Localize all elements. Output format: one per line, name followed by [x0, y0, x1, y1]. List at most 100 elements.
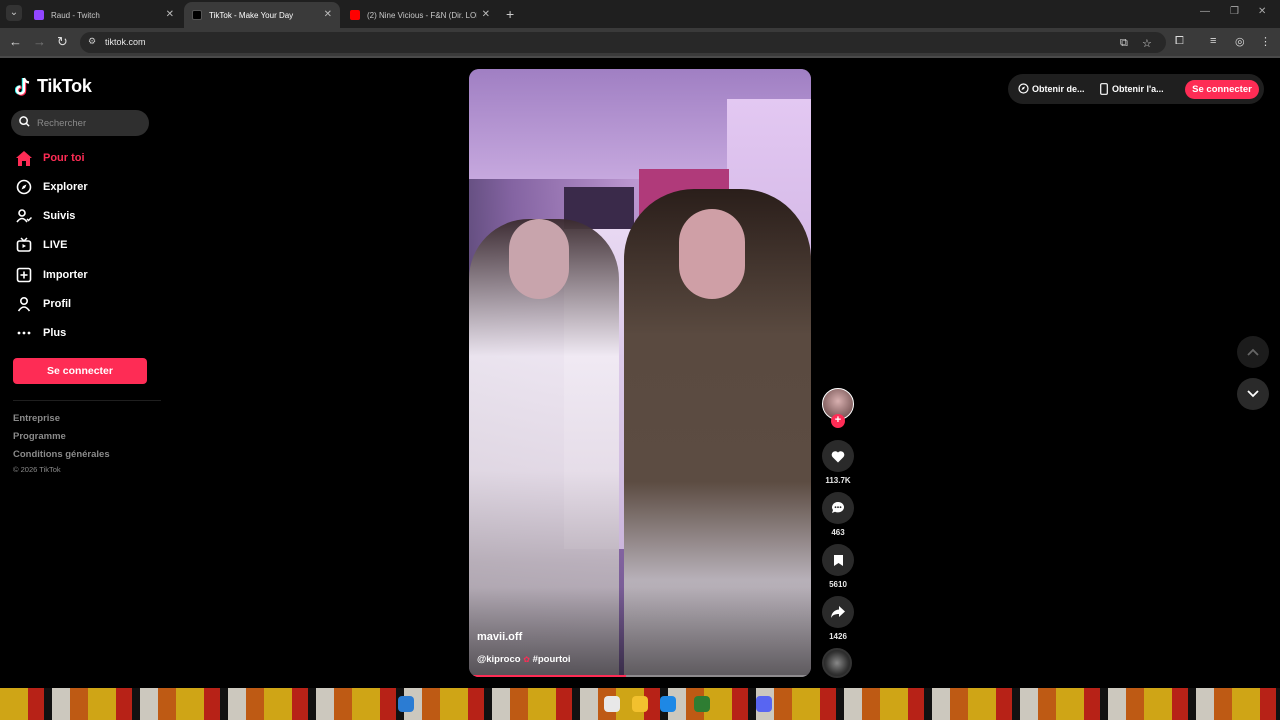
sidebar-item-label: LIVE — [43, 239, 68, 251]
close-icon[interactable]: ✕ — [166, 9, 174, 20]
sidebar-item-label: Plus — [43, 327, 67, 339]
tab-label: Raud - Twitch — [51, 10, 100, 20]
sidebar-item-profil[interactable]: Profil — [15, 293, 155, 315]
footer-link-entreprise[interactable]: Entreprise — [13, 413, 60, 424]
footer-link-conditions[interactable]: Conditions générales — [13, 449, 110, 460]
restore-icon[interactable]: ❐ — [1230, 6, 1239, 17]
browser-tab-tiktok[interactable]: TikTok - Make Your Day ✕ — [184, 2, 340, 28]
sidebar-item-label: Pour toi — [43, 152, 85, 164]
media-control-icon[interactable]: ≡ — [1210, 35, 1216, 47]
menu-icon[interactable]: ⋮ — [1260, 35, 1271, 48]
tiktok-logo-icon — [15, 77, 30, 96]
hashtag-link[interactable]: #pourtoi — [533, 654, 571, 665]
site-info-icon[interactable]: ⚙ — [88, 36, 96, 47]
sidebar-item-label: Explorer — [43, 181, 88, 193]
like-count: 113.7K — [825, 476, 851, 485]
taskbar-app-icon[interactable] — [694, 696, 710, 712]
video-progress-fill — [469, 675, 627, 677]
get-coins-button[interactable]: Obtenir de... — [1018, 83, 1085, 94]
install-app-icon[interactable]: ⧉ — [1120, 37, 1128, 50]
discord-taskbar-icon[interactable] — [756, 696, 772, 712]
video-frame-head-right — [679, 209, 745, 299]
share-count: 1426 — [829, 632, 847, 641]
sidebar-item-label: Profil — [43, 298, 72, 310]
sidebar-item-importer[interactable]: Importer — [15, 264, 155, 286]
video-author-name[interactable]: mavii.off — [477, 631, 522, 643]
tab-label: TikTok - Make Your Day — [209, 10, 294, 20]
upload-icon — [15, 266, 33, 284]
taskbar-app-icon[interactable] — [398, 696, 414, 712]
share-button[interactable] — [822, 596, 854, 628]
profile-icon — [15, 295, 33, 313]
tiktok-favicon-icon — [192, 10, 202, 20]
sidebar-item-live[interactable]: LIVE — [15, 234, 155, 256]
video-description: @kiproco ✿ #pourtoi — [477, 654, 571, 665]
tiktok-logo[interactable]: TikTok — [15, 76, 92, 97]
get-coins-label: Obtenir de... — [1032, 83, 1085, 94]
bookmark-icon — [833, 554, 843, 566]
share-icon — [831, 606, 845, 618]
sparkle-icon: ✿ — [523, 655, 530, 664]
sidebar-item-label: Importer — [43, 269, 88, 281]
next-video-button[interactable] — [1237, 378, 1269, 410]
compass-icon — [15, 178, 33, 196]
tab-label: (2) Nine Vicious - F&N (Dir. LOBO) — [367, 10, 477, 20]
close-icon[interactable]: ✕ — [482, 9, 490, 20]
previous-video-button[interactable] — [1237, 336, 1269, 368]
new-tab-icon[interactable]: + — [506, 6, 514, 22]
coin-icon — [1018, 83, 1029, 94]
reload-icon[interactable]: ↻ — [57, 34, 68, 50]
url-text: tiktok.com — [105, 37, 146, 47]
footer-link-programme[interactable]: Programme — [13, 431, 66, 442]
search-input[interactable]: Rechercher — [11, 110, 149, 136]
login-button[interactable]: Se connecter — [13, 358, 147, 384]
live-icon — [15, 236, 33, 254]
browser-tab-youtube[interactable]: (2) Nine Vicious - F&N (Dir. LOBO) ✕ — [342, 2, 498, 28]
sidebar-item-label: Suivis — [43, 210, 76, 222]
forward-icon[interactable]: → — [33, 34, 46, 49]
extensions-icon[interactable]: ⧠ — [1175, 35, 1184, 48]
sidebar-item-explorer[interactable]: Explorer — [15, 176, 155, 198]
sidebar: TikTok Rechercher Pour toi Explorer Suiv… — [0, 58, 161, 688]
video-frame-head-left — [509, 219, 569, 299]
comment-icon — [832, 502, 845, 513]
top-right-actions: Obtenir de... Obtenir l'a... Se connecte… — [1008, 74, 1264, 104]
address-bar[interactable]: ⚙ tiktok.com ⧉ ☆ — [80, 32, 1166, 53]
top-login-button[interactable]: Se connecter — [1185, 80, 1259, 99]
taskbar-app-icon[interactable] — [660, 696, 676, 712]
search-placeholder: Rechercher — [37, 118, 87, 129]
youtube-favicon-icon — [350, 10, 360, 20]
chrome-taskbar-icon[interactable] — [604, 696, 620, 712]
browser-tab-twitch[interactable]: Raud - Twitch ✕ — [26, 2, 182, 28]
get-app-button[interactable]: Obtenir l'a... — [1100, 83, 1164, 95]
search-icon — [19, 116, 30, 127]
copyright-text: © 2026 TikTok — [13, 465, 61, 474]
follow-plus-icon[interactable]: + — [831, 414, 845, 428]
sidebar-item-plus[interactable]: Plus — [15, 322, 155, 344]
mention-link[interactable]: @kiproco — [477, 654, 521, 665]
more-icon — [15, 324, 33, 342]
sidebar-item-suivis[interactable]: Suivis — [15, 205, 155, 227]
get-app-label: Obtenir l'a... — [1112, 84, 1164, 94]
close-window-icon[interactable]: ✕ — [1258, 6, 1266, 17]
comment-button[interactable] — [822, 492, 854, 524]
minimize-icon[interactable]: — — [1200, 6, 1210, 17]
back-icon[interactable]: ← — [9, 34, 22, 49]
save-button[interactable] — [822, 544, 854, 576]
sidebar-item-pour-toi[interactable]: Pour toi — [15, 147, 155, 169]
save-count: 5610 — [829, 580, 847, 589]
file-explorer-taskbar-icon[interactable] — [632, 696, 648, 712]
video-player[interactable]: mavii.off @kiproco ✿ #pourtoi — [469, 69, 811, 677]
divider — [13, 400, 161, 401]
home-icon — [15, 149, 33, 167]
tab-search-icon[interactable]: ⌄ — [6, 5, 22, 21]
music-disc-icon[interactable] — [822, 648, 852, 678]
chevron-down-icon — [1247, 390, 1259, 398]
video-progress-bar[interactable] — [469, 675, 811, 677]
like-button[interactable] — [822, 440, 854, 472]
following-icon — [15, 207, 33, 225]
profile-icon[interactable]: ◎ — [1235, 35, 1245, 48]
close-icon[interactable]: ✕ — [324, 9, 332, 20]
bookmark-star-icon[interactable]: ☆ — [1142, 37, 1152, 50]
logo-text: TikTok — [37, 76, 92, 96]
